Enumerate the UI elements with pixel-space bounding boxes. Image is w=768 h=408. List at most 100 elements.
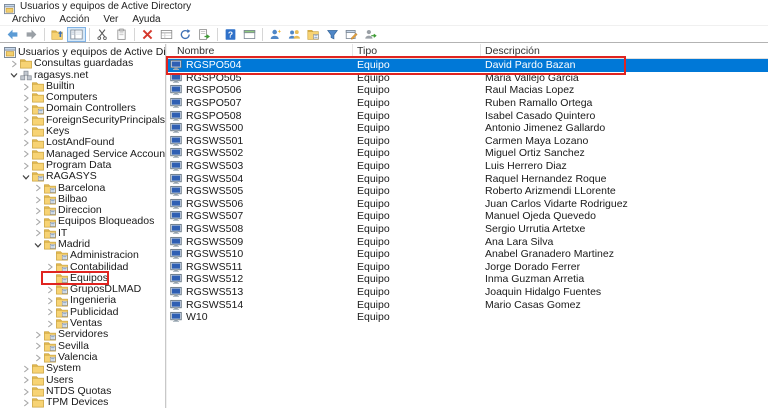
menu-ver[interactable]: Ver [96, 14, 125, 25]
tree-item-ragasys-net[interactable]: ragasys.net [0, 70, 165, 81]
list-row-w10[interactable]: W10Equipo [167, 311, 768, 324]
computer-name: RGSWS502 [186, 147, 243, 159]
chevron-right-icon[interactable] [20, 375, 32, 386]
list-row-rgsws510[interactable]: RGSWS510EquipoAnabel Granadero Martinez [167, 248, 768, 261]
list-row-rgsws500[interactable]: RGSWS500EquipoAntonio Jimenez Gallardo [167, 122, 768, 135]
chevron-right-icon[interactable] [20, 160, 32, 171]
tree-item-valencia[interactable]: Valencia [0, 352, 165, 363]
list-row-rgsws513[interactable]: RGSWS513EquipoJoaquin Hidalgo Fuentes [167, 286, 768, 299]
cut-icon[interactable] [93, 27, 112, 42]
tree-item-equipos-bloqueados[interactable]: Equipos Bloqueados [0, 216, 165, 227]
list-row-rgspo504[interactable]: RGSPO504EquipoDavid Pardo Bazan [167, 59, 768, 72]
chevron-down-icon[interactable] [32, 239, 44, 250]
chevron-right-icon[interactable] [20, 386, 32, 397]
cell-name: RGSPO504 [167, 59, 353, 72]
cell-name: RGSWS507 [167, 210, 353, 223]
chevron-right-icon[interactable] [32, 228, 44, 239]
chevron-right-icon[interactable] [20, 363, 32, 374]
chevron-right-icon[interactable] [32, 194, 44, 205]
list-row-rgsws508[interactable]: RGSWS508EquipoSergio Urrutia Artetxe [167, 223, 768, 236]
list-row-rgsws509[interactable]: RGSWS509EquipoAna Lara Silva [167, 235, 768, 248]
menu-acci-n[interactable]: Acción [52, 14, 96, 25]
help-icon[interactable]: ? [221, 27, 240, 42]
folder-icon [32, 92, 45, 103]
tree-item-foreignsecurityprincipals[interactable]: ForeignSecurityPrincipals [0, 115, 165, 126]
column-header-tipo[interactable]: Tipo [353, 44, 481, 58]
chevron-right-icon[interactable] [20, 149, 32, 160]
chevron-right-icon[interactable] [20, 81, 32, 92]
chevron-right-icon[interactable] [20, 397, 32, 408]
list-row-rgsws507[interactable]: RGSWS507EquipoManuel Ojeda Quevedo [167, 210, 768, 223]
new-ou-icon[interactable] [304, 27, 323, 42]
chevron-down-icon[interactable] [8, 70, 20, 81]
new-group-icon[interactable] [285, 27, 304, 42]
list-row-rgsws503[interactable]: RGSWS503EquipoLuis Herrero Diaz [167, 160, 768, 173]
forward-icon[interactable] [22, 27, 41, 42]
chevron-right-icon[interactable] [32, 341, 44, 352]
chevron-right-icon[interactable] [20, 126, 32, 137]
folder-icon [32, 126, 45, 137]
chevron-right-icon[interactable] [20, 104, 32, 115]
chevron-right-icon[interactable] [32, 352, 44, 363]
chevron-right-icon[interactable] [44, 284, 56, 295]
back-icon[interactable] [3, 27, 22, 42]
computer-name: RGSWS506 [186, 198, 243, 210]
filter-icon[interactable] [323, 27, 342, 42]
paste-icon[interactable] [112, 27, 131, 42]
up-level-icon[interactable] [48, 27, 67, 42]
tree-item-administracion[interactable]: Administracion [0, 250, 165, 261]
expander-spacer [44, 250, 56, 261]
export-list-icon[interactable] [195, 27, 214, 42]
tree-item-system[interactable]: System [0, 363, 165, 374]
chevron-down-icon[interactable] [20, 171, 32, 182]
delete-icon[interactable] [138, 27, 157, 42]
chevron-right-icon[interactable] [32, 183, 44, 194]
computer-name: W10 [186, 311, 208, 323]
cell-type: Equipo [353, 135, 481, 148]
cell-description: Ruben Ramallo Ortega [481, 97, 768, 110]
edit-properties-icon[interactable] [342, 27, 361, 42]
cell-name: RGSWS512 [167, 273, 353, 286]
tree-item-lostandfound[interactable]: LostAndFound [0, 137, 165, 148]
list-row-rgsws502[interactable]: RGSWS502EquipoMiguel Ortiz Sanchez [167, 147, 768, 160]
list-row-rgspo507[interactable]: RGSPO507EquipoRuben Ramallo Ortega [167, 97, 768, 110]
properties-list-icon[interactable] [157, 27, 176, 42]
chevron-right-icon[interactable] [20, 138, 32, 149]
chevron-right-icon[interactable] [44, 262, 56, 273]
list-row-rgsws501[interactable]: RGSWS501EquipoCarmen Maya Lozano [167, 135, 768, 148]
tree-item-ragasys[interactable]: RAGASYS [0, 171, 165, 182]
computer-icon [170, 97, 183, 109]
chevron-right-icon[interactable] [44, 296, 56, 307]
list-row-rgspo506[interactable]: RGSPO506EquipoRaul Macias Lopez [167, 84, 768, 97]
chevron-right-icon[interactable] [44, 318, 56, 329]
show-console-tree-icon[interactable] [67, 27, 86, 42]
list-row-rgsws504[interactable]: RGSWS504EquipoRaquel Hernandez Roque [167, 172, 768, 185]
list-row-rgsws514[interactable]: RGSWS514EquipoMario Casas Gomez [167, 298, 768, 311]
tree-item-consultas-guardadas[interactable]: Consultas guardadas [0, 58, 165, 69]
tree-item-label: Administracion [69, 250, 139, 261]
chevron-right-icon[interactable] [44, 307, 56, 318]
column-header-nombre[interactable]: Nombre [167, 44, 353, 58]
show-window-icon[interactable] [240, 27, 259, 42]
chevron-right-icon[interactable] [32, 205, 44, 216]
chevron-right-icon[interactable] [32, 217, 44, 228]
ou-icon [56, 250, 69, 261]
list-row-rgsws512[interactable]: RGSWS512EquipoInma Guzman Arretia [167, 273, 768, 286]
menu-archivo[interactable]: Archivo [5, 14, 52, 25]
list-row-rgspo508[interactable]: RGSPO508EquipoIsabel Casado Quintero [167, 109, 768, 122]
chevron-right-icon[interactable] [20, 92, 32, 103]
choose-target-icon[interactable] [361, 27, 380, 42]
list-row-rgsws506[interactable]: RGSWS506EquipoJuan Carlos Vidarte Rodrig… [167, 198, 768, 211]
list-row-rgsws511[interactable]: RGSWS511EquipoJorge Dorado Ferrer [167, 261, 768, 274]
column-header-descripci-n[interactable]: Descripción [481, 44, 768, 58]
list-row-rgsws505[interactable]: RGSWS505EquipoRoberto Arizmendi LLorente [167, 185, 768, 198]
chevron-right-icon[interactable] [8, 58, 20, 69]
menu-ayuda[interactable]: Ayuda [125, 14, 167, 25]
tree-item-tpm-devices[interactable]: TPM Devices [0, 397, 165, 408]
chevron-right-icon[interactable] [32, 330, 44, 341]
chevron-right-icon[interactable] [20, 115, 32, 126]
computer-icon [170, 173, 183, 185]
list-row-rgspo505[interactable]: RGSPO505EquipoMaria Vallejo Garcia [167, 72, 768, 85]
new-user-icon[interactable] [266, 27, 285, 42]
refresh-icon[interactable] [176, 27, 195, 42]
